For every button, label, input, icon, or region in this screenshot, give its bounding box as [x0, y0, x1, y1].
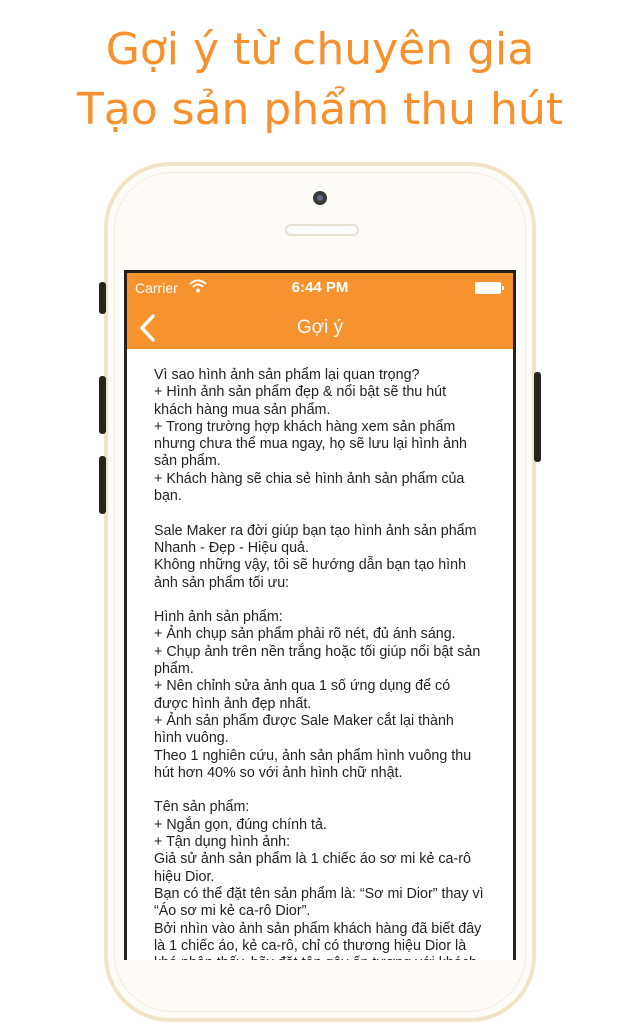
front-camera-icon: [313, 191, 327, 205]
content-line: [154, 505, 494, 522]
content-line: hiệu Dior.: [154, 868, 215, 885]
content-line: [154, 592, 494, 609]
content-line: Hình ảnh sản phẩm:: [154, 609, 283, 626]
promo-headline-1: Gợi ý từ chuyên gia: [105, 24, 535, 75]
content-line: nhưng chưa thể mua ngay, họ sẽ lưu lại h…: [154, 436, 468, 453]
content-line: Giả sử ảnh sản phẩm là 1 chiếc áo sơ mi …: [154, 851, 471, 868]
content-line: + Chụp ảnh trên nền trắng hoặc tối giúp …: [154, 643, 481, 660]
nav-title: Gợi ý: [296, 317, 344, 338]
content-line: khó nhận thấy, hãy đặt tên gây ấn tượng …: [154, 955, 494, 960]
content-line: Nhanh - Đẹp - Hiệu quả.: [154, 539, 309, 556]
content-line: sản phẩm.: [154, 453, 221, 470]
battery-icon: [475, 282, 504, 294]
navigation-bar: Carrier 6:44 PM Gợi ý: [127, 273, 513, 349]
volume-up-button: [99, 376, 106, 434]
content-line: Bởi nhìn vào ảnh sản phẩm khách hàng đã …: [154, 920, 482, 937]
content-line: phẩm.: [154, 661, 194, 678]
phone-screen: Carrier 6:44 PM Gợi ý Vì sao hình ảnh sả…: [124, 270, 516, 960]
content-line: hút hơn 40% so với ảnh hình chữ nhật.: [154, 764, 403, 781]
mute-switch: [99, 282, 106, 314]
status-time: 6:44 PM: [291, 279, 349, 296]
earpiece-speaker: [285, 224, 359, 236]
status-bar: Carrier 6:44 PM: [127, 273, 513, 303]
content-line: + Nên chỉnh sửa ảnh qua 1 số ứng dụng để…: [154, 678, 451, 695]
content-line: Tên sản phẩm:: [154, 799, 250, 816]
volume-down-button: [99, 456, 106, 514]
promo-headline-2: Tạo sản phẩm thu hút: [76, 84, 564, 135]
tips-content: Vì sao hình ảnh sản phẩm lại quan trọng?…: [154, 367, 494, 960]
content-line: + Hình ảnh sản phẩm đẹp & nổi bật sẽ thu…: [154, 384, 447, 401]
content-line: Vì sao hình ảnh sản phẩm lại quan trọng?: [154, 367, 420, 383]
content-line: Bạn có thể đặt tên sản phẩm là: “Sơ mi D…: [154, 885, 484, 902]
content-line: + Khách hàng sẽ chia sẻ hình ảnh sản phẩ…: [154, 470, 465, 487]
content-line: + Trong trường hợp khách hàng xem sản ph…: [154, 418, 456, 435]
content-line: + Tận dụng hình ảnh:: [154, 834, 291, 851]
content-line: hình vuông.: [154, 730, 229, 747]
content-line: “Áo sơ mi kẻ ca-rô Dior”.: [154, 903, 311, 920]
content-line: + Ảnh sản phẩm được Sale Maker cắt lại t…: [154, 712, 454, 729]
content-line: ảnh sản phẩm tối ưu:: [154, 574, 290, 591]
content-line: là 1 chiếc áo, kẻ ca-rô, chỉ có thương h…: [154, 937, 467, 954]
content-line: được hình ảnh đẹp nhất.: [154, 695, 312, 712]
content-line: Không những vậy, tôi sẽ hướng dẫn bạn tạ…: [154, 557, 467, 574]
content-line: bạn.: [154, 488, 182, 505]
power-button: [534, 372, 541, 462]
content-line: Theo 1 nghiên cứu, ảnh sản phẩm hình vuô…: [154, 747, 472, 764]
content-line: + Ngắn gọn, đúng chính tả.: [154, 816, 327, 833]
content-line: khách hàng mua sản phẩm.: [154, 401, 331, 418]
content-line: Sale Maker ra đời giúp bạn tạo hình ảnh …: [154, 522, 477, 539]
content-line: + Ảnh chụp sản phẩm phải rõ nét, đủ ánh …: [154, 626, 456, 643]
content-line: [154, 782, 494, 799]
